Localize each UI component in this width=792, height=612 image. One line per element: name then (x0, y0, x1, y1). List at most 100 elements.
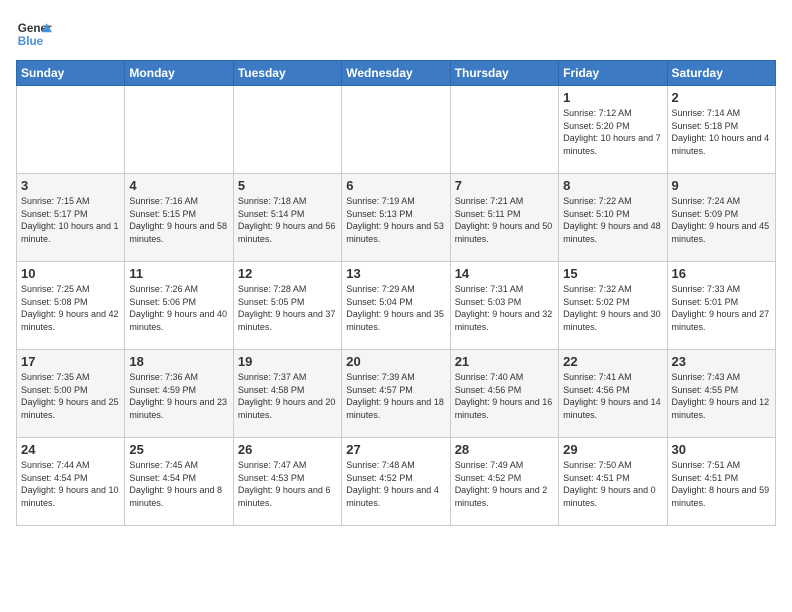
day-header-thursday: Thursday (450, 61, 558, 86)
calendar-cell: 6 Sunrise: 7:19 AM Sunset: 5:13 PM Daylig… (342, 174, 450, 262)
day-info: Sunrise: 7:41 AM Sunset: 4:56 PM Dayligh… (563, 371, 662, 421)
day-info: Sunrise: 7:35 AM Sunset: 5:00 PM Dayligh… (21, 371, 120, 421)
calendar-cell: 27Sunrise: 7:48 AM Sunset: 4:52 PM Dayli… (342, 438, 450, 526)
day-header-tuesday: Tuesday (233, 61, 341, 86)
calendar-cell: 1 Sunrise: 7:12 AM Sunset: 5:20 PM Daylig… (559, 86, 667, 174)
calendar-cell: 17 Sunrise: 7:35 AM Sunset: 5:00 PM Dayli… (17, 350, 125, 438)
calendar-cell (17, 86, 125, 174)
day-header-sunday: Sunday (17, 61, 125, 86)
day-number: 19 (238, 354, 337, 369)
day-info: Sunrise: 7:45 AM Sunset: 4:54 PM Dayligh… (129, 459, 228, 509)
day-info: Sunrise: 7:33 AM Sunset: 5:01 PM Dayligh… (672, 283, 771, 333)
calendar-cell: 2Sunrise: 7:14 AM Sunset: 5:18 PM Daylig… (667, 86, 775, 174)
day-number: 18 (129, 354, 228, 369)
calendar-cell: 20 Sunrise: 7:39 AM Sunset: 4:57 PM Dayli… (342, 350, 450, 438)
day-number: 17 (21, 354, 120, 369)
calendar-cell: 7 Sunrise: 7:21 AM Sunset: 5:11 PM Daylig… (450, 174, 558, 262)
day-number: 12 (238, 266, 337, 281)
calendar-cell: 15 Sunrise: 7:32 AM Sunset: 5:02 PM Dayli… (559, 262, 667, 350)
calendar-cell: 4 Sunrise: 7:16 AM Sunset: 5:15 PM Daylig… (125, 174, 233, 262)
calendar-cell: 30 Sunrise: 7:51 AM Sunset: 4:51 PM Dayli… (667, 438, 775, 526)
day-header-wednesday: Wednesday (342, 61, 450, 86)
day-info: Sunrise: 7:50 AM Sunset: 4:51 PM Dayligh… (563, 459, 662, 509)
day-number: 3 (21, 178, 120, 193)
calendar-cell: 22 Sunrise: 7:41 AM Sunset: 4:56 PM Dayli… (559, 350, 667, 438)
day-info: Sunrise: 7:21 AM Sunset: 5:11 PM Dayligh… (455, 195, 554, 245)
day-number: 1 (563, 90, 662, 105)
day-info: Sunrise: 7:31 AM Sunset: 5:03 PM Dayligh… (455, 283, 554, 333)
day-info: Sunrise: 7:29 AM Sunset: 5:04 PM Dayligh… (346, 283, 445, 333)
day-number: 16 (672, 266, 771, 281)
day-number: 25 (129, 442, 228, 457)
calendar-cell: 11 Sunrise: 7:26 AM Sunset: 5:06 PM Dayli… (125, 262, 233, 350)
day-number: 4 (129, 178, 228, 193)
calendar-cell: 16 Sunrise: 7:33 AM Sunset: 5:01 PM Dayli… (667, 262, 775, 350)
day-number: 28 (455, 442, 554, 457)
day-number: 22 (563, 354, 662, 369)
day-number: 23 (672, 354, 771, 369)
calendar-cell: 29Sunrise: 7:50 AM Sunset: 4:51 PM Dayli… (559, 438, 667, 526)
calendar-header-row: SundayMondayTuesdayWednesdayThursdayFrid… (17, 61, 776, 86)
calendar-cell: 9 Sunrise: 7:24 AM Sunset: 5:09 PM Daylig… (667, 174, 775, 262)
calendar-cell: 26 Sunrise: 7:47 AM Sunset: 4:53 PM Dayli… (233, 438, 341, 526)
calendar-cell: 5 Sunrise: 7:18 AM Sunset: 5:14 PM Daylig… (233, 174, 341, 262)
logo-icon: General Blue (16, 16, 52, 52)
day-info: Sunrise: 7:16 AM Sunset: 5:15 PM Dayligh… (129, 195, 228, 245)
day-info: Sunrise: 7:37 AM Sunset: 4:58 PM Dayligh… (238, 371, 337, 421)
day-number: 20 (346, 354, 445, 369)
calendar-week-2: 3 Sunrise: 7:15 AM Sunset: 5:17 PM Daylig… (17, 174, 776, 262)
calendar-cell: 24Sunrise: 7:44 AM Sunset: 4:54 PM Dayli… (17, 438, 125, 526)
calendar-cell: 25 Sunrise: 7:45 AM Sunset: 4:54 PM Dayli… (125, 438, 233, 526)
day-number: 11 (129, 266, 228, 281)
calendar-cell: 18Sunrise: 7:36 AM Sunset: 4:59 PM Dayli… (125, 350, 233, 438)
day-info: Sunrise: 7:12 AM Sunset: 5:20 PM Dayligh… (563, 107, 662, 157)
calendar-cell (450, 86, 558, 174)
day-info: Sunrise: 7:26 AM Sunset: 5:06 PM Dayligh… (129, 283, 228, 333)
calendar-table: SundayMondayTuesdayWednesdayThursdayFrid… (16, 60, 776, 526)
day-number: 30 (672, 442, 771, 457)
calendar-week-4: 17 Sunrise: 7:35 AM Sunset: 5:00 PM Dayli… (17, 350, 776, 438)
day-number: 15 (563, 266, 662, 281)
day-number: 10 (21, 266, 120, 281)
day-number: 21 (455, 354, 554, 369)
day-info: Sunrise: 7:19 AM Sunset: 5:13 PM Dayligh… (346, 195, 445, 245)
day-header-monday: Monday (125, 61, 233, 86)
page-header: General Blue (16, 16, 776, 52)
logo: General Blue (16, 16, 52, 52)
day-info: Sunrise: 7:39 AM Sunset: 4:57 PM Dayligh… (346, 371, 445, 421)
day-info: Sunrise: 7:22 AM Sunset: 5:10 PM Dayligh… (563, 195, 662, 245)
calendar-cell: 19 Sunrise: 7:37 AM Sunset: 4:58 PM Dayli… (233, 350, 341, 438)
day-number: 26 (238, 442, 337, 457)
day-info: Sunrise: 7:32 AM Sunset: 5:02 PM Dayligh… (563, 283, 662, 333)
day-info: Sunrise: 7:40 AM Sunset: 4:56 PM Dayligh… (455, 371, 554, 421)
day-info: Sunrise: 7:18 AM Sunset: 5:14 PM Dayligh… (238, 195, 337, 245)
calendar-cell (125, 86, 233, 174)
calendar-cell: 14Sunrise: 7:31 AM Sunset: 5:03 PM Dayli… (450, 262, 558, 350)
calendar-cell: 23 Sunrise: 7:43 AM Sunset: 4:55 PM Dayli… (667, 350, 775, 438)
day-info: Sunrise: 7:51 AM Sunset: 4:51 PM Dayligh… (672, 459, 771, 509)
calendar-cell: 8 Sunrise: 7:22 AM Sunset: 5:10 PM Daylig… (559, 174, 667, 262)
day-number: 5 (238, 178, 337, 193)
calendar-body: 1 Sunrise: 7:12 AM Sunset: 5:20 PM Daylig… (17, 86, 776, 526)
calendar-week-5: 24Sunrise: 7:44 AM Sunset: 4:54 PM Dayli… (17, 438, 776, 526)
day-header-friday: Friday (559, 61, 667, 86)
day-number: 9 (672, 178, 771, 193)
day-info: Sunrise: 7:14 AM Sunset: 5:18 PM Dayligh… (672, 107, 771, 157)
day-info: Sunrise: 7:43 AM Sunset: 4:55 PM Dayligh… (672, 371, 771, 421)
calendar-cell: 13 Sunrise: 7:29 AM Sunset: 5:04 PM Dayli… (342, 262, 450, 350)
day-info: Sunrise: 7:15 AM Sunset: 5:17 PM Dayligh… (21, 195, 120, 245)
svg-text:Blue: Blue (18, 35, 44, 48)
day-number: 7 (455, 178, 554, 193)
calendar-week-1: 1 Sunrise: 7:12 AM Sunset: 5:20 PM Daylig… (17, 86, 776, 174)
calendar-cell: 10Sunrise: 7:25 AM Sunset: 5:08 PM Dayli… (17, 262, 125, 350)
day-number: 6 (346, 178, 445, 193)
day-info: Sunrise: 7:24 AM Sunset: 5:09 PM Dayligh… (672, 195, 771, 245)
day-number: 8 (563, 178, 662, 193)
day-info: Sunrise: 7:49 AM Sunset: 4:52 PM Dayligh… (455, 459, 554, 509)
day-info: Sunrise: 7:47 AM Sunset: 4:53 PM Dayligh… (238, 459, 337, 509)
calendar-cell: 21 Sunrise: 7:40 AM Sunset: 4:56 PM Dayli… (450, 350, 558, 438)
calendar-cell: 28 Sunrise: 7:49 AM Sunset: 4:52 PM Dayli… (450, 438, 558, 526)
calendar-cell (342, 86, 450, 174)
day-info: Sunrise: 7:28 AM Sunset: 5:05 PM Dayligh… (238, 283, 337, 333)
day-number: 13 (346, 266, 445, 281)
